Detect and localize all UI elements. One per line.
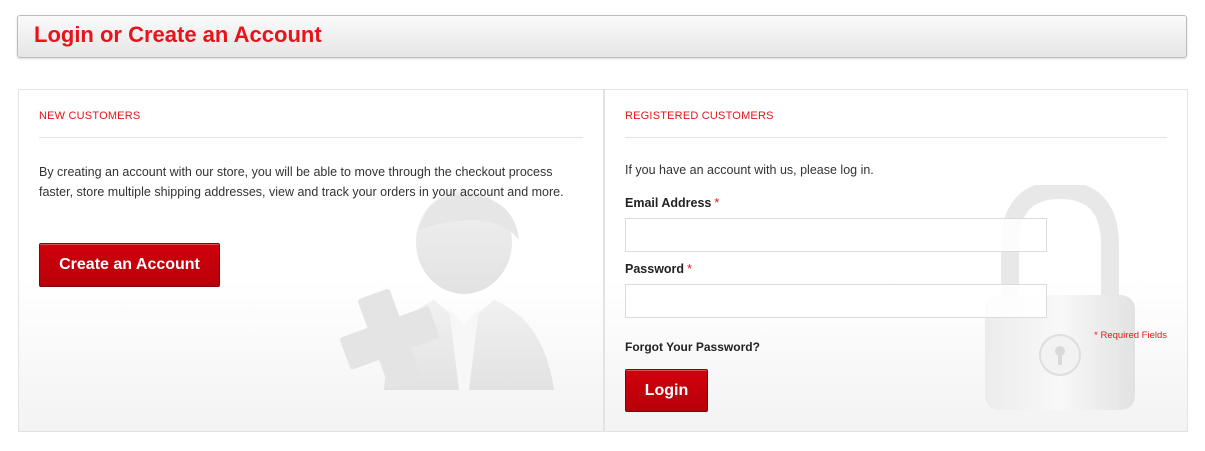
new-customers-heading: NEW CUSTOMERS xyxy=(39,110,583,138)
password-field[interactable] xyxy=(625,284,1047,318)
email-label-text: Email Address xyxy=(625,196,712,210)
create-account-button[interactable]: Create an Account xyxy=(39,243,220,287)
forgot-password-link[interactable]: Forgot Your Password? xyxy=(625,340,760,354)
password-label-text: Password xyxy=(625,262,685,276)
page-title-bar: Login or Create an Account xyxy=(17,15,1187,58)
registered-customers-panel: REGISTERED CUSTOMERS If you have an acco… xyxy=(603,89,1188,432)
user-add-icon xyxy=(340,190,554,390)
required-star: * xyxy=(687,262,692,276)
registered-customers-heading: REGISTERED CUSTOMERS xyxy=(625,110,1167,138)
email-label: Email Address * xyxy=(625,196,719,210)
new-customers-description: By creating an account with our store, y… xyxy=(39,165,564,199)
password-label: Password * xyxy=(625,262,692,276)
required-star: * xyxy=(714,196,720,210)
login-intro-text: If you have an account with us, please l… xyxy=(625,163,874,177)
email-field[interactable] xyxy=(625,218,1047,252)
new-customers-panel: NEW CUSTOMERS By creating an account wit… xyxy=(18,89,604,432)
page-title: Login or Create an Account xyxy=(34,22,322,47)
required-fields-note: * Required Fields xyxy=(1094,330,1167,341)
login-button[interactable]: Login xyxy=(625,369,708,412)
